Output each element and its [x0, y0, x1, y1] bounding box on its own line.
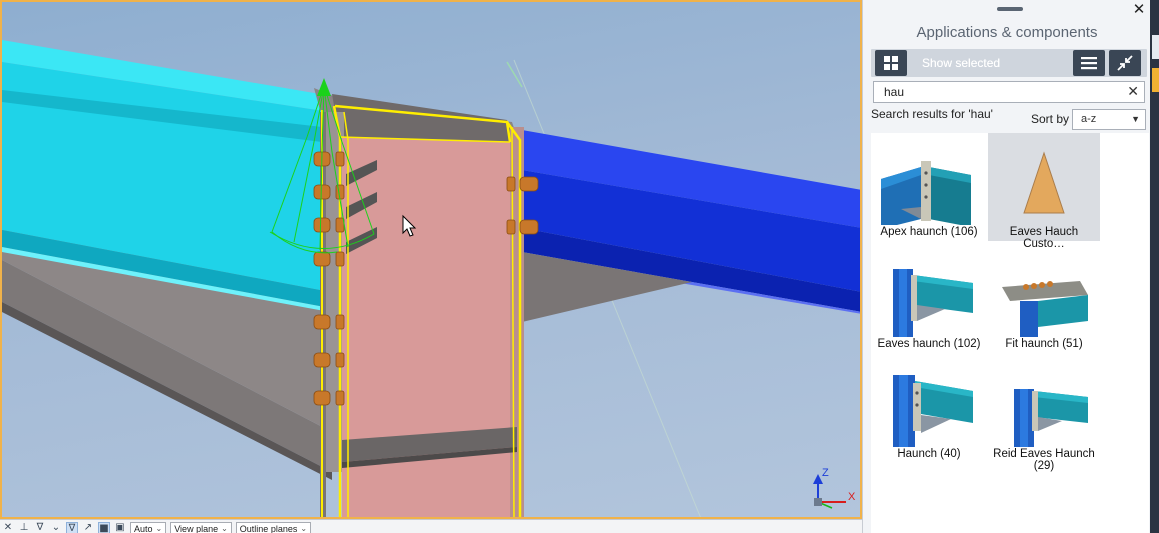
coordinate-axis-icon: Z X — [813, 467, 856, 509]
reid-eaves-haunch-thumbnail-icon — [1014, 389, 1088, 447]
applications-components-panel: ✕ Applications & components Show selecte… — [862, 0, 1150, 533]
sort-by-label: Sort by — [1031, 112, 1070, 126]
collapse-panel-button[interactable] — [1109, 50, 1141, 76]
clear-search-icon[interactable]: ✕ — [1127, 83, 1139, 101]
collapse-arrows-icon — [1117, 55, 1133, 71]
close-view-icon[interactable]: ✕ — [2, 522, 14, 533]
component-tile-apex-haunch[interactable]: Apex haunch (106) — [873, 133, 985, 241]
component-tile-reid-eaves-haunch[interactable]: Reid Eaves Haunch (29) — [988, 355, 1100, 472]
component-tile-eaves-haunch[interactable]: Eaves haunch (102) — [873, 245, 985, 353]
axis-z-label: Z — [822, 467, 829, 479]
haunch-thumbnail-icon — [893, 375, 973, 447]
side-tab-active[interactable] — [1152, 68, 1159, 92]
component-tile-fit-haunch[interactable]: Fit haunch (51) — [988, 245, 1100, 353]
apex-haunch-thumbnail-icon — [881, 161, 971, 225]
model-viewport[interactable]: Z X — [0, 0, 862, 519]
eaves-haunch-thumbnail-icon — [893, 269, 973, 337]
hamburger-menu-icon — [1081, 57, 1097, 70]
axis-x-label: X — [848, 491, 856, 503]
fit-haunch-thumbnail-icon — [1002, 281, 1088, 337]
side-tab[interactable] — [1152, 35, 1159, 59]
selection-filter-icon[interactable]: ■ — [98, 522, 110, 533]
catalog-toolstrip: Show selected — [871, 49, 1147, 77]
tile-label: Reid Eaves Haunch (29) — [993, 448, 1095, 472]
search-results-label: Search results for 'hau' — [871, 107, 993, 121]
side-tab-strip — [1150, 0, 1159, 533]
steel-connection-model[interactable] — [2, 2, 862, 519]
work-plane-icon[interactable]: ∇ — [66, 522, 78, 533]
grid-icon — [884, 56, 898, 70]
view-toolbar: ✕ ⊥ ∇ ⌄ ∇ ↗ ■ ▣ Auto ⌄ View plane ⌄ Outlin… — [0, 519, 868, 533]
expand-icon[interactable]: ⌄ — [50, 522, 62, 533]
list-menu-button[interactable] — [1073, 50, 1105, 76]
chevron-down-icon: ▼ — [1131, 114, 1140, 124]
custom-component-triangle-icon — [1023, 151, 1065, 214]
snap-perpendicular-icon[interactable]: ⊥ — [18, 522, 30, 533]
tile-label: Eaves haunch (102) — [877, 338, 981, 350]
panel-drag-handle[interactable] — [997, 7, 1023, 11]
outline-planes-dropdown[interactable]: Outline planes ⌄ — [235, 522, 312, 533]
panel-title: Applications & components — [916, 24, 1098, 41]
component-tile-haunch[interactable]: Haunch (40) — [873, 355, 985, 463]
plane-dropdown[interactable]: View plane ⌄ — [170, 522, 232, 533]
results-grid: Apex haunch (106) Eaves Hauch Custo… Eav… — [871, 133, 1149, 533]
search-input[interactable] — [874, 82, 1124, 102]
sort-dropdown[interactable]: a-z ▼ — [1072, 109, 1146, 130]
close-panel-button[interactable]: ✕ — [1129, 0, 1149, 18]
tile-label: Haunch (40) — [897, 448, 961, 460]
catalog-grid-view-button[interactable] — [875, 50, 907, 76]
sort-selected-value: a-z — [1081, 113, 1097, 125]
show-selected-button[interactable]: Show selected — [922, 56, 1000, 70]
tile-label: Fit haunch (51) — [1005, 338, 1083, 350]
tile-label: Apex haunch (106) — [880, 226, 978, 238]
snap-mode-dropdown[interactable]: Auto ⌄ — [130, 522, 167, 533]
search-field[interactable]: ✕ — [873, 81, 1145, 103]
part-select-icon[interactable]: ▣ — [114, 522, 126, 533]
snap-arrow-icon[interactable]: ↗ — [82, 522, 94, 533]
component-tile-eaves-hauch-custom[interactable]: Eaves Hauch Custo… — [988, 133, 1100, 250]
filter-icon[interactable]: ∇ — [34, 522, 46, 533]
